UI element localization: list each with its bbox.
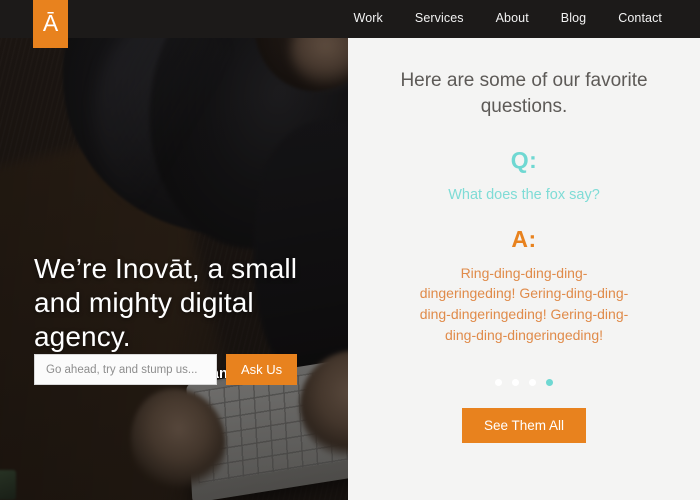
ask-form: Ask Us xyxy=(34,354,298,385)
hero-headline: We’re Inovāt, a small and mighty digital… xyxy=(34,253,298,353)
hero-panel: We’re Inovāt, a small and mighty digital… xyxy=(0,0,348,500)
nav-item-work[interactable]: Work xyxy=(338,11,399,25)
question-label: Q: xyxy=(510,147,538,174)
hero-overlay-scrim xyxy=(0,0,348,500)
site-header: Work Services About Blog Contact xyxy=(0,0,700,38)
carousel-dot-3[interactable] xyxy=(529,379,536,387)
questions-panel: Here are some of our favorite questions.… xyxy=(348,0,700,500)
see-them-all-button[interactable]: See Them All xyxy=(461,408,587,444)
logo-icon[interactable]: Ā xyxy=(33,0,68,48)
question-text: What does the fox say? xyxy=(448,187,600,204)
nav-item-contact[interactable]: Contact xyxy=(602,11,678,25)
panel-heading: Here are some of our favorite questions. xyxy=(400,70,648,117)
nav-item-about[interactable]: About xyxy=(480,11,545,25)
main-nav: Work Services About Blog Contact xyxy=(338,11,678,25)
nav-item-services[interactable]: Services xyxy=(399,11,480,25)
carousel-dots xyxy=(495,379,553,387)
carousel-dot-4[interactable] xyxy=(546,379,553,387)
nav-item-blog[interactable]: Blog xyxy=(545,11,602,25)
ask-input[interactable] xyxy=(34,354,217,385)
ask-us-button[interactable]: Ask Us xyxy=(226,354,298,385)
answer-text: Ring-ding-ding-ding-dingeringeding! Geri… xyxy=(419,264,629,343)
carousel-dot-1[interactable] xyxy=(495,379,502,387)
hero-background-photo xyxy=(0,0,348,500)
answer-label: A: xyxy=(511,225,537,252)
carousel-dot-2[interactable] xyxy=(512,379,519,387)
page-root: We’re Inovāt, a small and mighty digital… xyxy=(0,0,700,500)
